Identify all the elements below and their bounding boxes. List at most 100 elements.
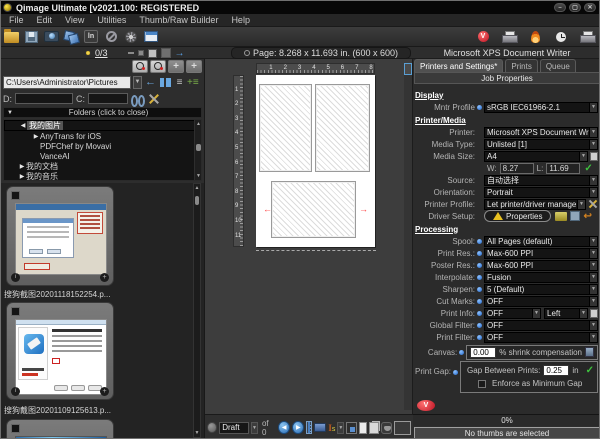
chevron-down-icon[interactable]: ▼ — [589, 285, 597, 294]
disable-icon[interactable] — [102, 29, 120, 45]
source-select[interactable]: 自动选择▼ — [484, 175, 598, 186]
printer-icon[interactable] — [578, 29, 596, 45]
enforce-gap-checkbox[interactable] — [478, 380, 486, 388]
zoom-thumb-in-button[interactable] — [150, 60, 166, 73]
folder-path-dropdown[interactable]: ▼ — [133, 76, 142, 89]
menu-utilities[interactable]: Utilities — [97, 15, 126, 25]
thumb-card[interactable] — [6, 419, 114, 439]
chevron-down-icon[interactable]: ▼ — [589, 188, 597, 197]
thumb-card[interactable]: i + — [6, 302, 114, 400]
prev-page-button[interactable]: ◀ — [278, 421, 290, 434]
cut-marks-select[interactable]: OFF▼ — [484, 296, 598, 307]
next-page-button[interactable]: ▶ — [292, 421, 304, 434]
properties-button[interactable]: Properties — [484, 210, 551, 222]
tools-icon[interactable] — [148, 93, 160, 105]
tab-printers-and-settings[interactable]: Printers and Settings* — [414, 59, 503, 72]
filter-d-input[interactable] — [15, 93, 73, 104]
poster-res-select[interactable]: Max-600 PPI▼ — [484, 260, 598, 271]
tree-scrollbar[interactable]: ▲ ▼ — [194, 120, 201, 180]
printer-profile-select[interactable]: Let printer/driver manage color▼ — [484, 199, 586, 210]
media-size-select[interactable]: A4▼ — [484, 151, 588, 162]
thumb-size-medium[interactable] — [148, 49, 157, 58]
print-filter-select[interactable]: OFF▼ — [484, 332, 598, 343]
save-icon[interactable] — [22, 29, 40, 45]
undo-icon[interactable]: ↩ — [583, 211, 591, 222]
chevron-down-icon[interactable]: ▼ — [589, 333, 597, 342]
log-icon[interactable]: ln — [82, 29, 100, 45]
canvas-scrollbar[interactable] — [404, 63, 412, 410]
thumb-checkbox[interactable] — [11, 191, 20, 200]
menu-thumb-raw-builder[interactable]: Thumb/Raw Builder — [139, 15, 218, 25]
chart-icon[interactable] — [590, 309, 598, 318]
text-tool-dropdown[interactable]: ▼ — [337, 422, 344, 434]
open-folder-icon[interactable] — [2, 29, 20, 45]
folders-header[interactable]: ▼ Folders (click to close) — [3, 107, 202, 118]
page-setup-icon[interactable] — [346, 422, 356, 434]
resize-arrow-left-icon[interactable]: ← — [263, 206, 272, 212]
chevron-down-icon[interactable]: ▼ — [589, 237, 597, 246]
shrink-compensation-input[interactable]: 0.00 — [470, 347, 496, 358]
add-list-icon[interactable]: +≡ — [187, 77, 198, 88]
chevron-down-icon[interactable]: ▼ — [589, 128, 597, 137]
tree-item-vanceai[interactable]: VanceAI — [4, 151, 201, 161]
thumb-checkbox[interactable] — [11, 424, 20, 433]
chevron-down-icon[interactable]: ▼ — [589, 321, 597, 330]
print-placeholder[interactable] — [315, 84, 370, 172]
clock-icon[interactable] — [552, 29, 570, 45]
global-filter-select[interactable]: OFF▼ — [484, 320, 598, 331]
thumb-checkbox[interactable] — [11, 307, 20, 316]
tab-queue[interactable]: Queue — [540, 59, 576, 72]
sharpen-select[interactable]: 5 (Default)▼ — [484, 284, 598, 295]
flame-icon[interactable] — [526, 29, 544, 45]
info-icon[interactable]: i — [11, 273, 20, 282]
print-placeholder-selected[interactable] — [271, 181, 356, 238]
thumb-size-large[interactable] — [161, 48, 171, 58]
print-list-button[interactable] — [306, 421, 312, 434]
media-type-select[interactable]: Unlisted [1]▼ — [484, 139, 598, 150]
chevron-down-icon[interactable]: ▼ — [579, 309, 587, 318]
thumbnail-preview[interactable] — [15, 319, 107, 395]
spool-select[interactable]: All Pages (default)▼ — [484, 236, 598, 247]
add-folder-button[interactable]: + — [168, 60, 184, 73]
print-placeholder[interactable] — [259, 84, 312, 172]
quality-dropdown[interactable]: ▼ — [251, 422, 258, 434]
thumb-size-small[interactable] — [138, 50, 144, 56]
chevron-down-icon[interactable]: ▼ — [532, 309, 540, 318]
minimize-button[interactable]: – — [554, 3, 566, 12]
page-radio-icon[interactable] — [244, 50, 250, 56]
thumb-size-tiny[interactable] — [128, 52, 134, 54]
print-info-select[interactable]: OFF▼ — [484, 308, 541, 319]
resize-arrow-right-icon[interactable]: → — [359, 206, 368, 212]
menu-file[interactable]: File — [9, 15, 24, 25]
orientation-select[interactable]: Portrait▼ — [484, 187, 598, 198]
thumbnail-preview[interactable] — [15, 203, 107, 275]
length-input[interactable]: 11.69 — [546, 163, 580, 174]
chevron-down-icon[interactable]: ▼ — [589, 249, 597, 258]
tab-prints[interactable]: Prints — [505, 59, 537, 72]
copy-icon[interactable] — [62, 29, 80, 45]
interpolate-select[interactable]: Fusion▼ — [484, 272, 598, 283]
chevron-down-icon[interactable]: ▼ — [589, 261, 597, 270]
folder-path-combo[interactable]: C:\Users\Administrator\Pictures — [3, 76, 131, 89]
next-arrow-icon[interactable]: → — [175, 48, 185, 59]
chevron-down-icon[interactable]: ▼ — [579, 152, 587, 161]
menu-edit[interactable]: Edit — [37, 15, 53, 25]
add-to-queue-icon[interactable]: + — [100, 273, 109, 282]
chevron-down-icon[interactable]: ▼ — [589, 273, 597, 282]
printer-icon[interactable] — [500, 29, 518, 45]
v-badge-icon[interactable]: V — [474, 29, 492, 45]
page-preview[interactable]: ← → — [256, 75, 375, 247]
chevron-down-icon[interactable]: ▼ — [589, 297, 597, 306]
notebook-icon[interactable] — [585, 347, 594, 357]
new-page-icon[interactable] — [359, 422, 367, 434]
list-view-icon[interactable]: ≡ — [174, 77, 185, 88]
page-options-button[interactable] — [207, 422, 217, 433]
maximize-button[interactable]: ▢ — [569, 3, 581, 12]
camera-icon[interactable] — [42, 29, 60, 45]
chevron-down-icon[interactable]: ▼ — [589, 103, 597, 112]
info-icon[interactable]: i — [11, 387, 20, 396]
page-style-icon[interactable] — [381, 422, 392, 434]
tree-item-0[interactable]: ◀我的图片 — [4, 120, 201, 131]
tree-item-5[interactable]: ▶我的音乐 — [4, 171, 201, 181]
tools-icon[interactable] — [588, 199, 598, 209]
